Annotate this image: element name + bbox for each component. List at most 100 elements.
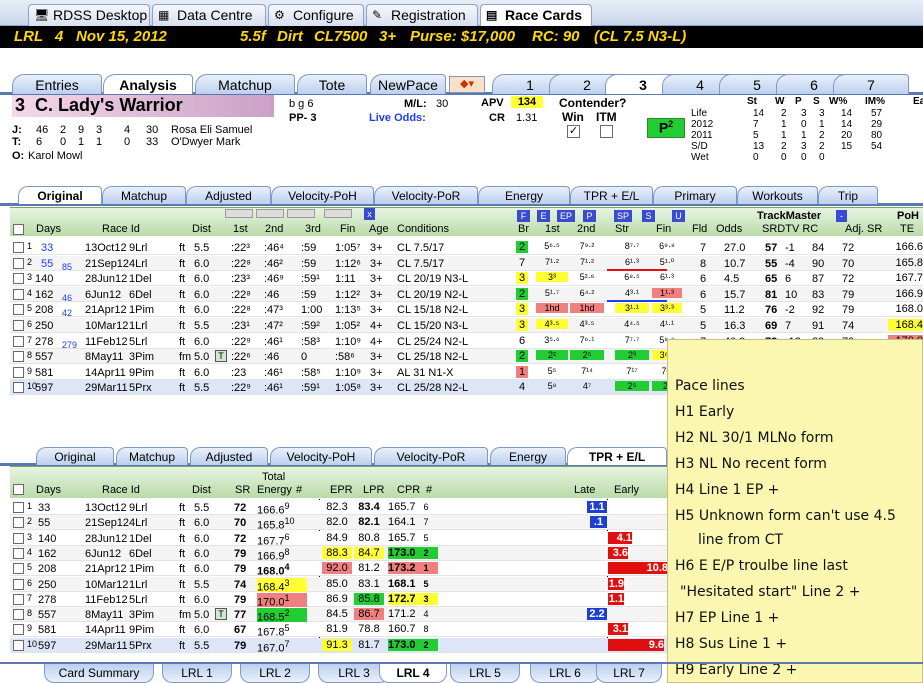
select-all-checkbox[interactable] xyxy=(13,224,24,235)
tab-lower-adjusted[interactable]: Adjusted xyxy=(190,447,268,465)
tpr-row[interactable]: 9 581 14Apr11 9Pim ft 6.0 67 167.85 81.9 78.8 160.… xyxy=(10,622,667,639)
row-checkbox[interactable] xyxy=(13,382,24,394)
row-checkbox[interactable] xyxy=(13,624,24,636)
tab-lrl-4[interactable]: LRL 4 xyxy=(379,664,447,683)
tab-matchup[interactable]: Matchup xyxy=(195,74,295,94)
notes-panel[interactable]: Pace lines H1 Early H2 NL 30/1 MLNo form H3… xyxy=(667,339,923,683)
call-pos-fin: 5¹·⁰ xyxy=(659,256,675,267)
row-checkbox[interactable] xyxy=(13,563,24,575)
tpr-row[interactable]: 2 55 21Sep12 4Lrl ft 6.0 70 165.810 82.0 82.1 164.… xyxy=(10,515,667,532)
tpr-row[interactable]: 5 208 21Apr12 1Pim ft 6.0 79 168.04 92.0 81.2 173.… xyxy=(10,561,668,578)
tab-lower-original[interactable]: Original xyxy=(36,447,114,465)
row-checkbox[interactable] xyxy=(13,517,24,529)
tab-lrl-5[interactable]: LRL 5 xyxy=(450,664,520,683)
row-checkbox[interactable] xyxy=(13,320,24,331)
pace-button-e[interactable]: E xyxy=(537,210,550,222)
row-checkbox[interactable] xyxy=(13,639,24,651)
tab-trip[interactable]: Trip xyxy=(818,186,878,204)
pace-button-sp[interactable]: SP xyxy=(614,210,632,222)
tab-lrl-1[interactable]: LRL 1 xyxy=(162,664,232,683)
row-checkbox[interactable] xyxy=(13,288,24,300)
surface: ft xyxy=(179,288,186,301)
tab-velocity-poh[interactable]: Velocity-PoH xyxy=(271,186,374,204)
row-checkbox[interactable] xyxy=(13,609,24,621)
note-line: H6 E E/P troulbe line last xyxy=(675,558,848,574)
tab-original[interactable]: Original xyxy=(18,186,102,204)
total-energy: 167.85 xyxy=(257,623,307,639)
row-checkbox[interactable] xyxy=(13,335,24,347)
call-pos-2nd: 4⁷ xyxy=(582,381,592,392)
itm-checkbox[interactable] xyxy=(600,125,613,138)
tab-matchup[interactable]: Matchup xyxy=(102,186,186,204)
call-2nd: :47² xyxy=(264,320,283,332)
x-button[interactable]: x xyxy=(364,208,375,220)
tab-horse-7[interactable]: 7 xyxy=(833,74,909,94)
tab-registration[interactable]: ✎ Registration xyxy=(366,4,478,26)
tab-card-summary[interactable]: Card Summary xyxy=(44,664,154,683)
row-checkbox[interactable] xyxy=(13,502,24,513)
tab-tote[interactable]: Tote xyxy=(297,74,367,94)
pace-button-f[interactable]: F xyxy=(517,210,530,222)
pace-button-p[interactable]: P xyxy=(583,210,596,222)
win-checkbox[interactable]: ✓ xyxy=(567,125,580,138)
collapse-button[interactable]: - xyxy=(836,210,847,222)
tab-adjusted[interactable]: Adjusted xyxy=(186,186,271,204)
sort-button[interactable] xyxy=(287,209,315,218)
row-checkbox[interactable] xyxy=(13,242,24,253)
tpr-row[interactable]: 10 597 29Mar11 5Prx ft 5.5 79 167.07 91.3 81.7 173… xyxy=(10,637,667,654)
tpr-row[interactable]: 6 250 10Mar12 1Lrl ft 5.5 74 168.43 85.0 83.1 168.… xyxy=(10,576,667,594)
tab-lower-velocity-por[interactable]: Velocity-PoR xyxy=(374,447,488,465)
tab-lower-energy[interactable]: Energy xyxy=(490,447,566,465)
row-checkbox[interactable] xyxy=(13,366,24,378)
tab-velocity-por[interactable]: Velocity-PoR xyxy=(374,186,478,204)
row-checkbox[interactable] xyxy=(13,351,24,363)
tab-lower-tpr-e-l[interactable]: TPR + E/L xyxy=(567,447,667,465)
tab-lrl-6[interactable]: LRL 6 xyxy=(530,664,600,683)
tab-lrl-2[interactable]: LRL 2 xyxy=(240,664,310,683)
tpr-row[interactable]: 8 557 8May11 3Pim fm 5.0 T 77 168.52 84.5 86.7 171.… xyxy=(10,607,667,624)
row-checkbox[interactable] xyxy=(13,257,24,269)
tab-data-centre[interactable]: ▦ Data Centre xyxy=(152,4,266,26)
tab-analysis[interactable]: Analysis xyxy=(103,74,193,94)
tab-entries[interactable]: Entries xyxy=(12,74,102,94)
row-checkbox[interactable] xyxy=(13,578,24,590)
tab-primary[interactable]: Primary xyxy=(653,186,737,204)
tab-lrl-7[interactable]: LRL 7 xyxy=(596,664,662,683)
tab-lower-velocity-poh[interactable]: Velocity-PoH xyxy=(270,447,372,465)
pace-dropdown-button[interactable]: ◆▾ xyxy=(449,76,485,93)
tpr-row[interactable]: 7 278 11Feb12 5Lrl ft 6.0 79 170.01 86.9 85.8 172.… xyxy=(10,591,667,609)
pace-button-s[interactable]: S xyxy=(642,210,655,222)
sort-button[interactable] xyxy=(256,209,284,218)
sort-button[interactable] xyxy=(225,209,253,218)
row-checkbox[interactable] xyxy=(13,547,24,559)
pp-row[interactable]: 2 55 85 21Sep12 4Lrl ft 6.0:22⁸:46²:59 1:12⁶ 3+ C… xyxy=(10,255,923,272)
pp-row[interactable]: 3 140 28Jun12 1Del ft 6.0:23³:46⁹:59¹ 1:11 3+ CL… xyxy=(10,271,923,287)
select-all-checkbox[interactable] xyxy=(13,484,24,495)
tab-energy[interactable]: Energy xyxy=(478,186,570,204)
tab-workouts[interactable]: Workouts xyxy=(737,186,818,204)
sort-button[interactable] xyxy=(324,209,352,218)
tpr-row[interactable]: 3 140 28Jun12 1Del ft 6.0 72 167.76 84.9 80.8 165.… xyxy=(10,530,667,547)
surface: ft xyxy=(179,242,186,254)
pp-row[interactable]: 1 33 13Oct12 9Lrl ft 5.5:22³:46⁴:59 1:05⁷ 3+ CL … xyxy=(10,240,923,255)
pace-button-u[interactable]: U xyxy=(672,210,685,222)
row-checkbox[interactable] xyxy=(13,532,24,544)
row-checkbox[interactable] xyxy=(13,273,24,285)
tab-race-cards[interactable]: ▤ Race Cards xyxy=(480,4,592,27)
tab-configure[interactable]: ⚙ Configure xyxy=(268,4,364,26)
race-date: 29Mar11 xyxy=(85,382,128,395)
row-checkbox[interactable] xyxy=(13,304,24,316)
tab-rdss-desktop[interactable]: 🖥 RDSS Desktop xyxy=(28,4,150,26)
tab-newpace[interactable]: NewPace xyxy=(370,74,446,94)
pp-row[interactable]: 4 162 46 6Jun12 6Del ft 6.0:22⁸:46:59 1:12² 3+ CL… xyxy=(10,286,923,303)
cr-value: 1.31 xyxy=(516,112,538,124)
row-checkbox[interactable] xyxy=(13,593,24,605)
pp-row[interactable]: 6 250 10Mar12 1Lrl ft 5.5:23¹:47²:59² 1:05² 4+ C… xyxy=(10,318,923,333)
pace-button-ep[interactable]: EP xyxy=(557,210,575,222)
pp-row[interactable]: 5 208 42 21Apr12 1Pim ft 6.0:22⁸:47³ 1:00 1:13⁵ 3… xyxy=(10,302,923,318)
tpr-row[interactable]: 1 33 13Oct12 9Lrl ft 5.5 72 166.69 82.3 83.4 165.7… xyxy=(10,500,667,517)
tpr-row[interactable]: 4 162 6Jun12 6Del ft 6.0 79 166.98 88.3 84.7 173.0… xyxy=(10,545,667,563)
tab-tpr-e-l[interactable]: TPR + E/L xyxy=(570,186,653,204)
tab-lower-matchup[interactable]: Matchup xyxy=(116,447,188,465)
race-date: 29Mar11 xyxy=(85,639,128,652)
